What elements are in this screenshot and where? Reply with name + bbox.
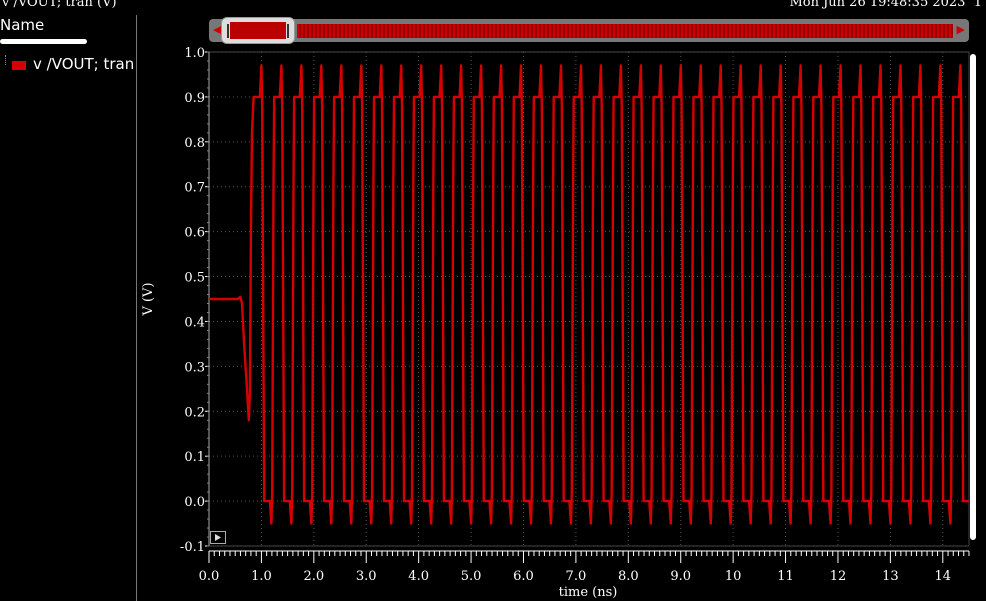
y-tick-label: 0.9	[184, 91, 205, 106]
x-tick-label: 1.0	[251, 569, 272, 584]
vertical-scrollbar[interactable]	[970, 54, 976, 540]
y-tick-label: 0.0	[184, 495, 205, 510]
y-tick-label: 0.2	[184, 405, 205, 420]
y-tick-label: 0.8	[184, 136, 205, 151]
y-tick-label: 1.0	[184, 46, 205, 61]
x-tick-label: 13	[882, 569, 899, 584]
x-tick-label: 14	[935, 569, 952, 584]
x-tick-label: 11	[777, 569, 794, 584]
y-tick-label: 0.6	[184, 226, 205, 241]
x-tick-label: 8.0	[618, 569, 639, 584]
x-tick-label: 4.0	[408, 569, 429, 584]
y-tick-label: 0.1	[184, 450, 205, 465]
series-line-vout	[209, 64, 969, 525]
x-tick-label: 3.0	[356, 569, 377, 584]
x-tick-label: 9.0	[670, 569, 691, 584]
waveform-plot[interactable]: -0.1 0.0 0.1 0.2 0.3 0.4 0.5 0.6 0.7 0.8 0.9 1.0 0.0…	[0, 0, 986, 601]
y-axis-label: V (V)	[141, 282, 156, 316]
y-tick-label: 0.5	[184, 271, 205, 286]
y-tick-label: 0.4	[184, 315, 205, 330]
y-tick-label: 0.7	[184, 181, 205, 196]
y-tick-label: -0.1	[180, 540, 205, 555]
x-tick-label: 5.0	[461, 569, 482, 584]
x-tick-label: 2.0	[303, 569, 324, 584]
x-tick-label: 12	[830, 569, 847, 584]
x-tick-label: 6.0	[513, 569, 534, 584]
play-icon	[215, 534, 221, 541]
play-button[interactable]	[210, 531, 226, 544]
y-tick-label: 0.3	[184, 360, 205, 375]
x-tick-label: 0.0	[199, 569, 220, 584]
x-tick-label: 10	[725, 569, 742, 584]
x-tick-label: 7.0	[566, 569, 587, 584]
x-axis-label: time (ns)	[559, 585, 618, 600]
